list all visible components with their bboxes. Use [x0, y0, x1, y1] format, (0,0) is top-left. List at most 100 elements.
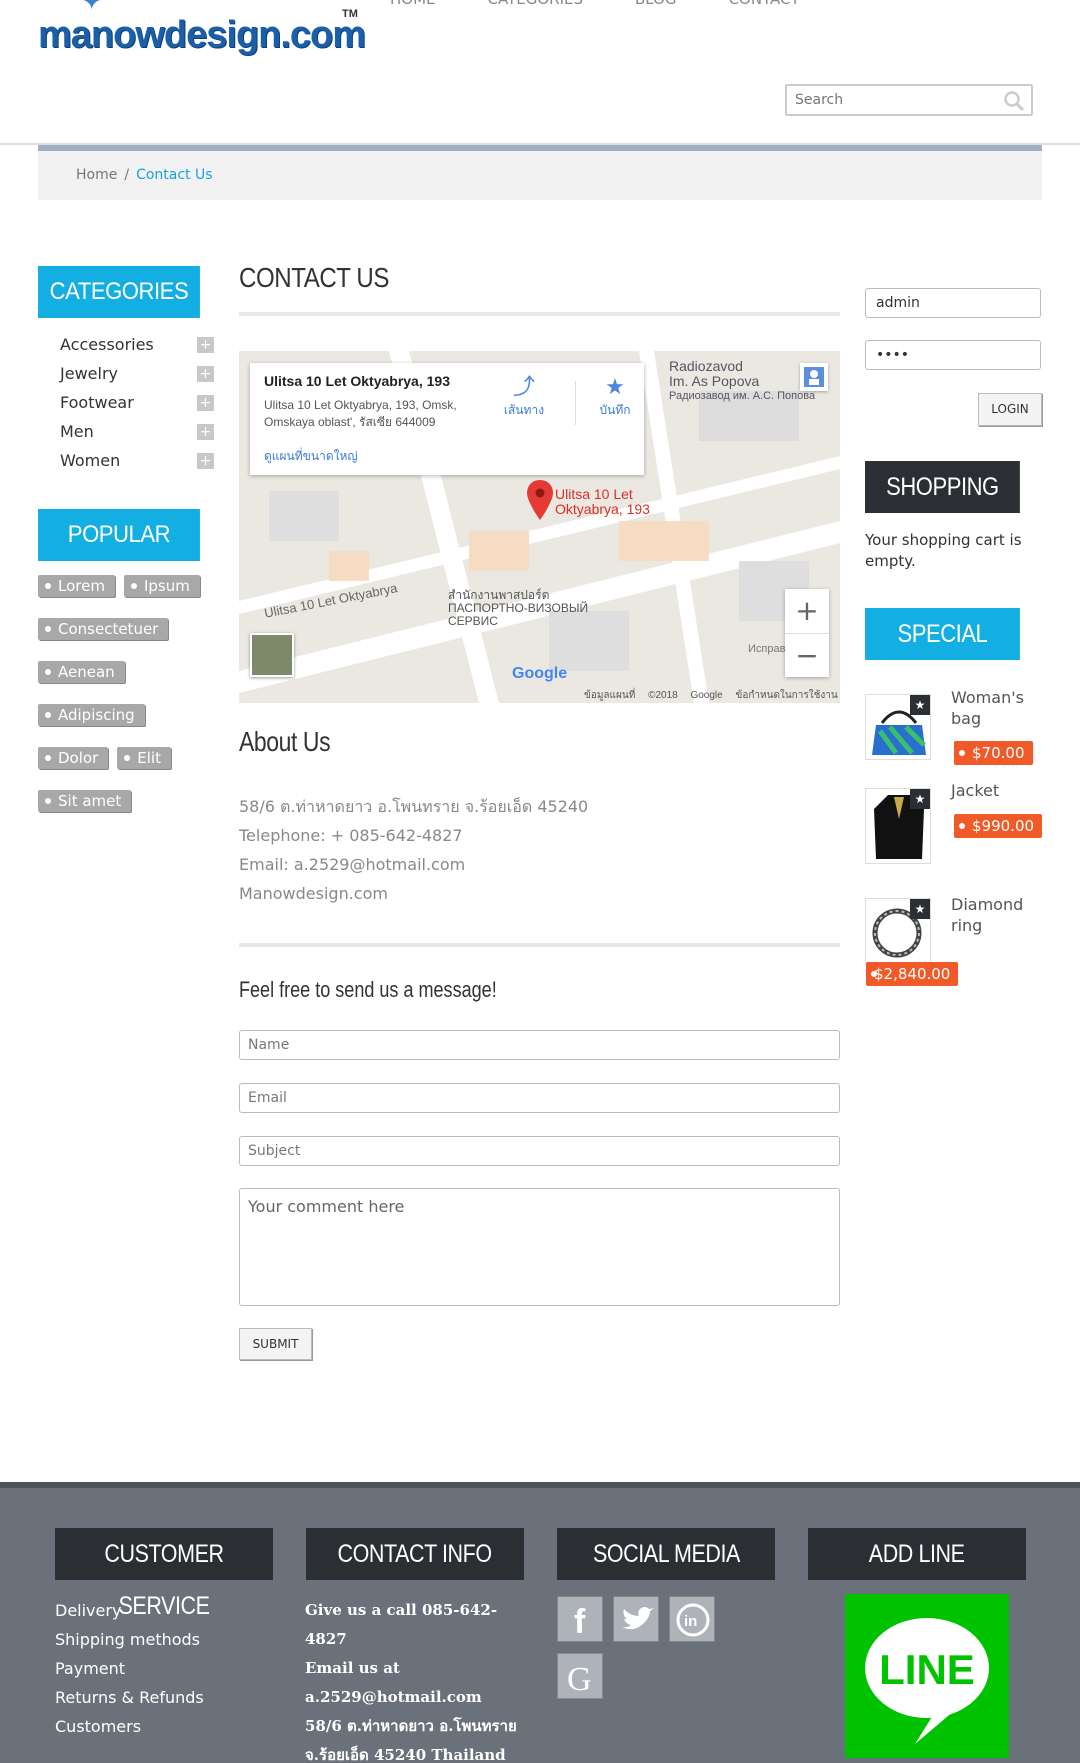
directions-button[interactable]: ⤴ เส้นทาง	[494, 373, 554, 420]
line-logo-text: LINE	[879, 1646, 975, 1693]
contact-info-heading: CONTACT INFO	[306, 1528, 524, 1580]
footer-link-payment[interactable]: Payment	[55, 1654, 204, 1683]
embedded-map[interactable]: Ulitsa 10 Let Oktyabrya, 193 Ulitsa 10 L…	[239, 351, 840, 703]
tag-aenean[interactable]: Aenean	[38, 661, 125, 683]
offer-image-womans-bag[interactable]: ★	[865, 694, 931, 760]
google-logo: Google	[512, 665, 567, 683]
street-view-person-icon[interactable]	[800, 363, 828, 391]
tag-ipsum[interactable]: Ipsum	[123, 575, 200, 597]
footer-link-shipping[interactable]: Shipping methods	[55, 1625, 204, 1654]
expand-icon[interactable]: +	[197, 337, 214, 353]
map-pin-icon[interactable]	[527, 480, 553, 520]
expand-icon[interactable]: +	[197, 424, 214, 440]
tag-dolor[interactable]: Dolor	[38, 747, 109, 769]
satellite-toggle-thumbnail[interactable]	[250, 633, 294, 677]
site-logo[interactable]: ✦ manowdesign.com TM	[38, 0, 373, 60]
tag-lorem[interactable]: Lorem	[38, 575, 115, 597]
breadcrumb-home[interactable]: Home	[76, 167, 117, 183]
category-label[interactable]: Men	[60, 422, 94, 441]
breadcrumb-separator: /	[124, 167, 130, 183]
nav-categories[interactable]: CATEGORIES	[488, 0, 584, 8]
tag-adipiscing[interactable]: Adipiscing	[38, 704, 145, 726]
search-box	[785, 84, 1033, 116]
search-icon[interactable]	[1003, 90, 1025, 112]
contact-line: จ.ร้อยเอ็ด 45240 Thailand	[305, 1746, 506, 1763]
customer-service-heading: CUSTOMER SERVICE	[55, 1528, 273, 1620]
offer-image-jacket[interactable]: ★	[865, 788, 931, 864]
map-card-divider	[575, 381, 576, 425]
facebook-icon[interactable]: f	[557, 1596, 603, 1642]
footer-link-customers[interactable]: Customers	[55, 1712, 204, 1741]
category-label[interactable]: Accessories	[60, 335, 154, 354]
map-attribution: ข้อมูลแผนที่ ©2018 Google ข้อกำหนดในการใ…	[584, 688, 838, 703]
nav-contact[interactable]: CONTACT	[729, 0, 800, 8]
about-website: Manowdesign.com	[239, 884, 388, 903]
search-input[interactable]	[787, 86, 987, 114]
star-icon: ★	[605, 374, 625, 399]
twitter-icon[interactable]	[613, 1596, 659, 1642]
line-chat-bubble-icon: LINE	[865, 1618, 989, 1744]
map-place-title: Ulitsa 10 Let Oktyabrya, 193	[264, 373, 450, 389]
category-item[interactable]: Jewelry +	[60, 359, 214, 388]
expand-icon[interactable]: +	[197, 366, 214, 382]
email-field[interactable]	[239, 1083, 840, 1113]
save-place-button[interactable]: ★ บันทึก	[585, 373, 645, 420]
category-item[interactable]: Men +	[60, 417, 214, 446]
password-field[interactable]	[865, 340, 1041, 370]
google-wordmark: Google	[512, 665, 568, 682]
view-larger-map-link[interactable]: ดูแผนที่ขนาดใหญ่	[264, 447, 358, 466]
submit-button[interactable]: SUBMIT	[239, 1328, 312, 1360]
contact-line: Give us a call 085-642-4827	[305, 1601, 498, 1648]
category-label[interactable]: Women	[60, 451, 120, 470]
username-field[interactable]	[865, 288, 1041, 318]
login-button[interactable]: LOGIN	[978, 393, 1042, 426]
zoom-in-button[interactable]: +	[785, 589, 829, 633]
footer-link-delivery[interactable]: Delivery	[55, 1596, 204, 1625]
nav-home[interactable]: HOME	[390, 0, 436, 8]
comment-field[interactable]	[239, 1188, 840, 1306]
offer-price: $990.00	[954, 814, 1043, 838]
linkedin-icon[interactable]: in	[669, 1596, 715, 1642]
social-media-heading: SOCIAL MEDIA	[557, 1528, 775, 1580]
category-item[interactable]: Footwear +	[60, 388, 214, 417]
zoom-out-button[interactable]: −	[785, 633, 829, 677]
offer-name[interactable]: Woman's bag	[951, 687, 1041, 729]
subject-field[interactable]	[239, 1136, 840, 1166]
offer-name[interactable]: Diamond ring	[951, 894, 1041, 936]
add-line-heading: ADD LINE	[808, 1528, 1026, 1580]
offer-name[interactable]: Jacket	[951, 780, 1041, 801]
expand-icon[interactable]: +	[197, 395, 214, 411]
site-footer: CUSTOMER SERVICE CONTACT INFO SOCIAL MED…	[0, 1482, 1080, 1763]
poi-line: Im. As Popova	[669, 373, 760, 389]
page-title: CONTACT US	[239, 262, 390, 293]
section-divider	[239, 943, 840, 947]
line-qr-logo[interactable]: LINE	[845, 1594, 1009, 1758]
offer-price: $70.00	[954, 741, 1033, 765]
category-item[interactable]: Accessories +	[60, 330, 214, 359]
category-label[interactable]: Footwear	[60, 393, 134, 412]
footer-link-returns[interactable]: Returns & Refunds	[55, 1683, 204, 1712]
breadcrumb: Home / Contact Us	[76, 167, 213, 183]
about-telephone: Telephone: + 085-642-4827	[239, 826, 463, 845]
contact-line: 58/6 ต.ท่าหาดยาว อ.โพนทราย	[305, 1717, 517, 1735]
breadcrumb-bar: Home / Contact Us	[38, 145, 1042, 200]
tag-sit-amet[interactable]: Sit amet	[38, 790, 132, 812]
tag-elit[interactable]: Elit	[117, 747, 171, 769]
breadcrumb-current[interactable]: Contact Us	[136, 167, 212, 183]
map-terms-link[interactable]: ข้อกำหนดในการใช้งาน	[736, 690, 838, 701]
expand-icon[interactable]: +	[197, 453, 214, 469]
featured-star-icon: ★	[910, 899, 930, 919]
category-label[interactable]: Jewelry	[60, 364, 118, 383]
shopping-cart-heading: SHOPPING CART	[865, 461, 1020, 553]
name-field[interactable]	[239, 1030, 840, 1060]
tag-consectetuer[interactable]: Consectetuer	[38, 618, 169, 640]
google-icon[interactable]: G	[557, 1653, 603, 1699]
category-item[interactable]: Women +	[60, 446, 214, 475]
map-copyright: ข้อมูลแผนที่ ©2018 Google	[584, 690, 723, 701]
poi-line: Radiozavod	[669, 358, 743, 374]
offer-image-diamond-ring[interactable]: ★	[865, 898, 931, 964]
cart-empty-message: Your shopping cart is empty.	[865, 531, 1022, 570]
nav-blog[interactable]: BLOG	[635, 0, 677, 8]
pin-label-line: Oktyabrya, 193	[555, 501, 650, 517]
save-label: บันทึก	[599, 403, 631, 417]
